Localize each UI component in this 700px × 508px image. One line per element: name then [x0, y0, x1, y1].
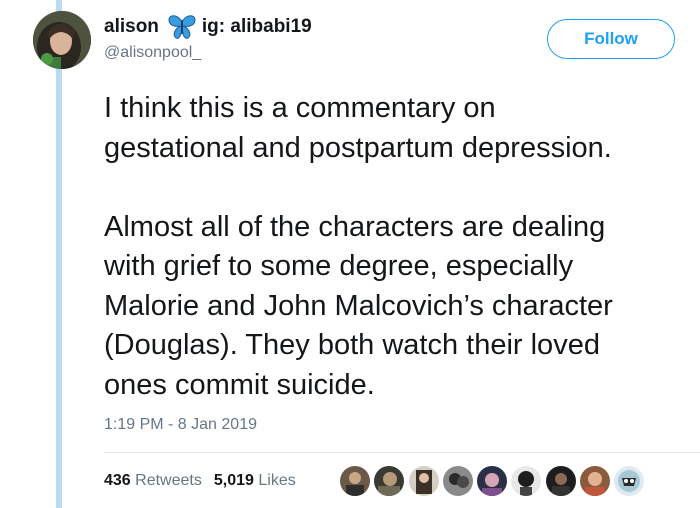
liker-avatar[interactable] — [580, 466, 611, 496]
liker-avatar[interactable] — [614, 466, 645, 496]
likes-count: 5,019 — [213, 472, 254, 489]
divider — [104, 452, 700, 453]
thread-connector-line — [56, 0, 62, 508]
liker-avatar[interactable] — [442, 466, 473, 496]
tweet-text-line: gestational and postpartum depression. — [104, 131, 612, 164]
liker-avatar[interactable] — [340, 466, 370, 496]
avatar[interactable] — [33, 11, 91, 69]
retweets-stat[interactable]: 436 Retweets — [104, 472, 202, 490]
follow-button[interactable]: Follow — [547, 19, 675, 59]
tweet-text-line: (Douglas). They both watch their loved — [104, 329, 600, 361]
liker-avatars — [340, 466, 649, 496]
likes-stat[interactable]: 5,019 Likes — [214, 472, 296, 490]
tweet-timestamp[interactable]: 1:19 PM - 8 Jan 2019 — [104, 416, 257, 434]
tweet-text-line: Almost all of the characters are dealing — [104, 210, 606, 243]
tweet-text-line: I think this is a commentary on — [104, 92, 496, 124]
likes-label: Likes — [258, 472, 296, 489]
display-name-suffix[interactable]: ig: alibabi19 — [202, 16, 312, 38]
user-name-row[interactable]: alison ig: alibabi19 — [104, 14, 312, 40]
liker-avatar[interactable] — [477, 466, 508, 496]
butterfly-icon — [168, 14, 196, 40]
display-name[interactable]: alison — [104, 16, 159, 38]
liker-avatar[interactable] — [374, 466, 405, 496]
tweet-text-line: Malorie and John Malcovich’s character — [104, 289, 613, 322]
user-handle[interactable]: @alisonpool_ — [104, 44, 201, 62]
liker-avatar[interactable] — [545, 466, 576, 496]
tweet-text: I think this is a commentary on gestatio… — [104, 89, 698, 405]
tweet-text-line: ones commit suicide. — [104, 368, 375, 401]
retweets-label: Retweets — [135, 472, 202, 489]
liker-avatar[interactable] — [408, 466, 439, 496]
tweet-stats: 436 Retweets 5,019 Likes — [104, 472, 308, 490]
tweet-text-line: with grief to some degree, especially — [104, 250, 574, 282]
retweets-count: 436 — [104, 472, 131, 489]
liker-avatar[interactable] — [511, 466, 542, 496]
